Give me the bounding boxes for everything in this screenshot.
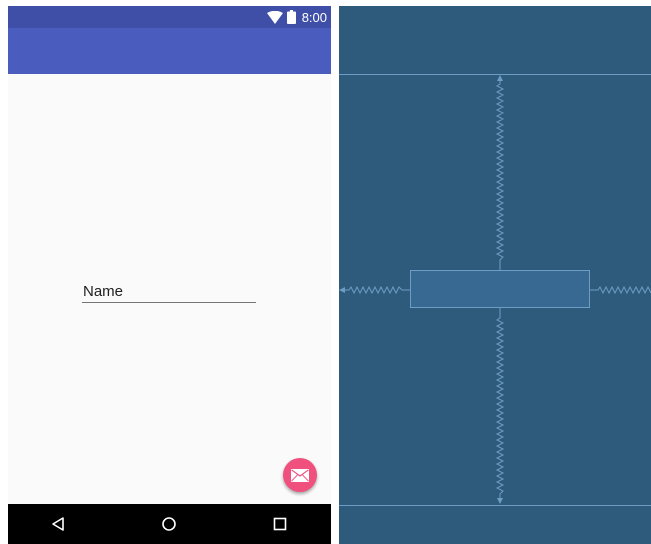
navigation-bar — [8, 504, 331, 544]
recents-icon — [273, 517, 287, 531]
battery-icon — [286, 10, 296, 24]
bottom-constraint-spring[interactable] — [494, 308, 506, 505]
status-icons: 8:00 — [266, 9, 327, 25]
wifi-icon — [266, 10, 283, 24]
blueprint-name-field[interactable] — [410, 270, 590, 308]
home-icon — [162, 517, 176, 531]
home-button[interactable] — [149, 504, 189, 544]
blueprint-nav-bar-top-line — [339, 505, 651, 506]
design-preview: 8:00 Name — [8, 6, 331, 544]
top-constraint-spring[interactable] — [494, 74, 506, 270]
recents-button[interactable] — [260, 504, 300, 544]
name-field[interactable]: Name — [82, 282, 256, 303]
status-bar: 8:00 — [8, 6, 331, 28]
back-button[interactable] — [38, 504, 78, 544]
blueprint-preview — [339, 6, 651, 544]
email-icon — [291, 468, 309, 482]
name-field-value: Name — [83, 283, 124, 300]
left-constraint-spring[interactable] — [339, 284, 410, 296]
status-time: 8:00 — [301, 9, 327, 25]
back-icon — [52, 517, 64, 531]
email-fab-button[interactable] — [283, 458, 317, 492]
app-bar — [8, 28, 331, 74]
right-constraint-spring[interactable] — [590, 284, 651, 296]
